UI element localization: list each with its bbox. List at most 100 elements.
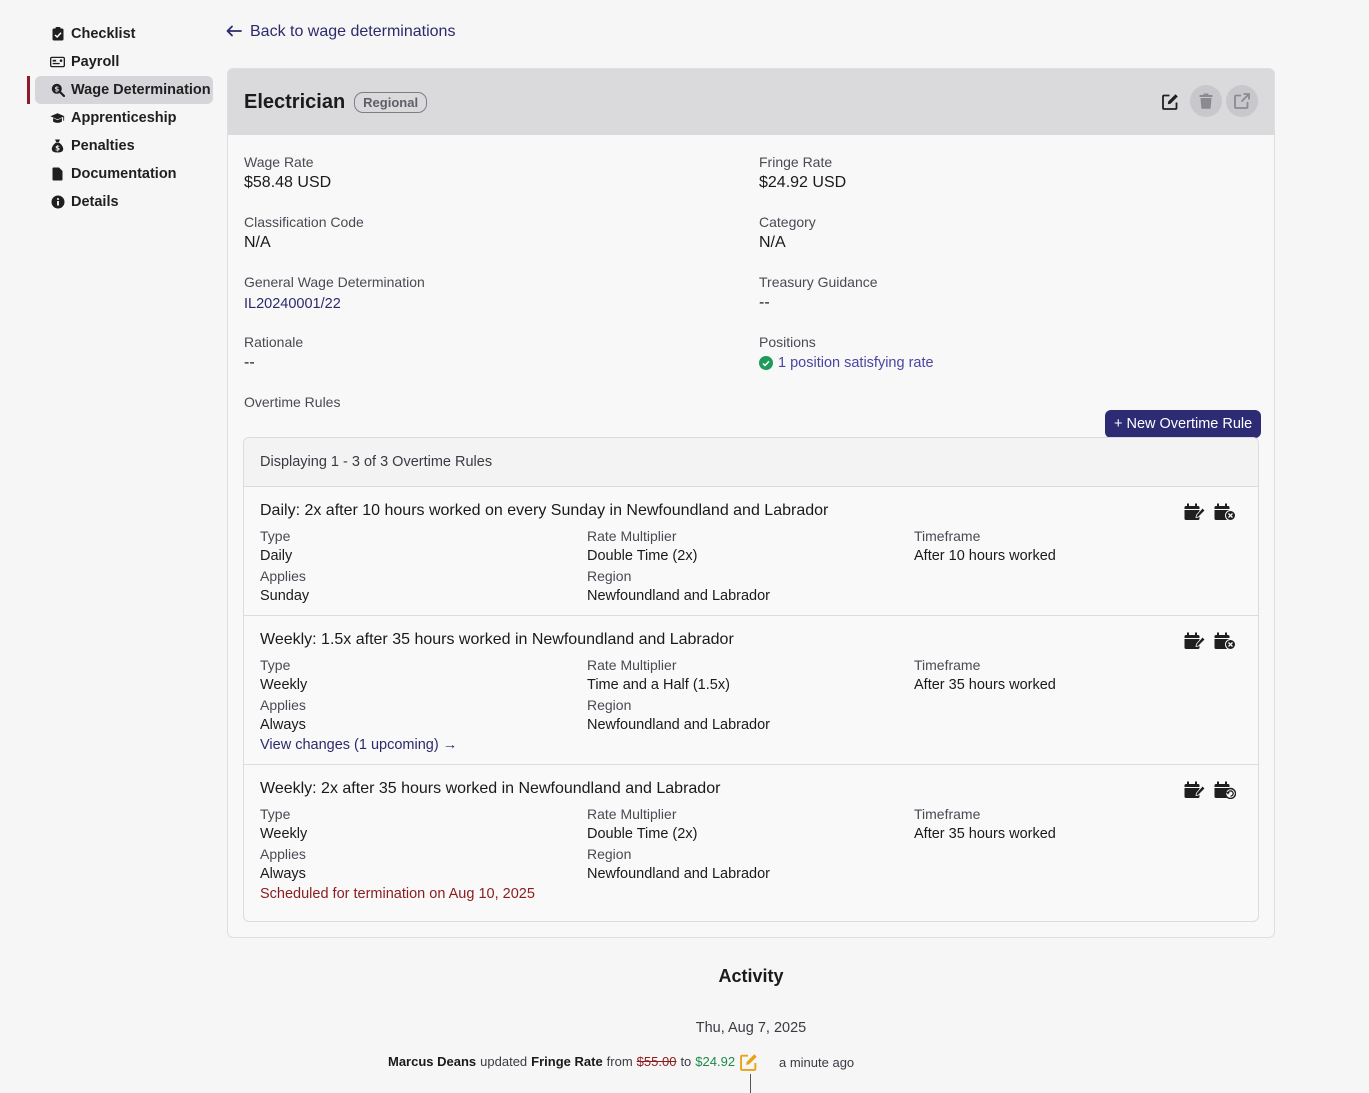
rule-actions (1184, 632, 1236, 655)
money-check-icon (50, 55, 65, 70)
sidebar-item-label: Documentation (71, 166, 177, 182)
rule-title: Weekly: 1.5x after 35 hours worked in Ne… (260, 631, 734, 648)
restore-rule-button[interactable] (1214, 781, 1237, 804)
back-link-label: Back to wage determinations (250, 23, 456, 40)
positions-link[interactable]: 1 position satisfying rate (759, 355, 934, 371)
trash-icon (1199, 93, 1213, 109)
activity-action: updated (480, 1054, 528, 1069)
type-value: Weekly (260, 826, 308, 842)
overtime-rules-list: Displaying 1 - 3 of 3 Overtime Rules Dai… (243, 437, 1259, 922)
applies-label: Applies (260, 568, 306, 584)
positions-field: Positions 1 position satisfying rate (759, 334, 934, 371)
timeframe-label: Timeframe (914, 528, 981, 544)
edit-button[interactable] (1154, 85, 1186, 117)
classification-code-field: Classification Code N/A (244, 214, 364, 252)
calendar-xmark-icon (1214, 632, 1236, 650)
rule-details: Type Rate Multiplier Timeframe Weekly Do… (260, 806, 1242, 886)
field-value: -- (759, 294, 770, 311)
field-value: N/A (759, 234, 786, 251)
type-label: Type (260, 806, 291, 822)
rate-multiplier-value: Double Time (2x) (587, 826, 698, 842)
sidebar-item-payroll[interactable]: Payroll (35, 48, 213, 76)
rationale-field: Rationale -- (244, 334, 303, 372)
sidebar-item-label: Apprenticeship (71, 110, 177, 126)
field-label: Category (759, 214, 816, 230)
region-label: Region (587, 846, 632, 862)
external-link-icon (1234, 93, 1250, 109)
wage-rate-field: Wage Rate $58.48 USD (244, 154, 331, 192)
activity-to-word: to (680, 1054, 692, 1069)
svg-text:$: $ (55, 145, 60, 153)
category-field: Category N/A (759, 214, 816, 252)
wage-determination-card: Electrician Regional Wage Rate $58.48 US… (227, 68, 1275, 938)
edit-rule-button[interactable] (1184, 632, 1206, 655)
back-to-wage-determinations-link[interactable]: Back to wage determinations (226, 22, 455, 42)
list-item: Weekly: 1.5x after 35 hours worked in Ne… (244, 616, 1258, 765)
rule-details: Type Rate Multiplier Timeframe Weekly Ti… (260, 657, 1242, 737)
overtime-rules-heading: Overtime Rules (244, 394, 341, 410)
calendar-edit-icon (1184, 632, 1206, 649)
calendar-edit-icon (1184, 503, 1206, 520)
activity-field: Fringe Rate (531, 1054, 603, 1069)
rule-title: Weekly: 2x after 35 hours worked in Newf… (260, 780, 721, 797)
field-value: N/A (244, 234, 271, 251)
field-label: Rationale (244, 334, 304, 350)
file-icon (50, 167, 65, 182)
info-circle-icon (50, 195, 65, 210)
positions-link-label: 1 position satisfying rate (778, 355, 934, 371)
sidebar-item-apprenticeship[interactable]: Apprenticeship (35, 104, 213, 132)
end-rule-button[interactable] (1214, 632, 1236, 655)
sidebar: Checklist Payroll $ Wage Determination A… (27, 20, 213, 216)
type-label: Type (260, 528, 291, 544)
general-wage-determination-link[interactable]: IL20240001/22 (244, 296, 425, 312)
timeframe-label: Timeframe (914, 657, 981, 673)
clipboard-check-icon (50, 27, 65, 42)
rule-actions (1184, 503, 1236, 526)
search-dollar-icon: $ (50, 83, 65, 98)
sidebar-item-details[interactable]: Details (35, 188, 213, 216)
termination-notice: Scheduled for termination on Aug 10, 202… (260, 886, 535, 902)
sidebar-item-label: Payroll (71, 54, 120, 70)
region-badge: Regional (354, 91, 428, 113)
sidebar-item-wage-determination[interactable]: $ Wage Determination (27, 76, 213, 104)
general-wage-determination-field: General Wage Determination IL20240001/22 (244, 274, 425, 312)
applies-label: Applies (260, 697, 306, 713)
activity-heading: Activity (718, 966, 784, 986)
new-overtime-rule-button[interactable]: + New Overtime Rule (1105, 410, 1262, 438)
open-external-button[interactable] (1226, 85, 1258, 117)
money-bag-icon: $ (50, 139, 65, 154)
edit-rule-button[interactable] (1184, 781, 1206, 804)
page-title: Electrician (244, 90, 346, 113)
header-actions (1154, 85, 1258, 117)
graduation-cap-icon (50, 111, 65, 126)
sidebar-item-penalties[interactable]: $ Penalties (35, 132, 213, 160)
rate-multiplier-label: Rate Multiplier (587, 657, 677, 673)
field-label: General Wage Determination (244, 274, 425, 290)
edit-rule-button[interactable] (1184, 503, 1206, 526)
field-label: Fringe Rate (759, 154, 833, 170)
sidebar-item-label: Wage Determination (71, 82, 211, 98)
end-rule-button[interactable] (1214, 503, 1236, 526)
activity-date: Thu, Aug 7, 2025 (695, 1020, 807, 1036)
sidebar-item-documentation[interactable]: Documentation (35, 160, 213, 188)
applies-value: Sunday (260, 588, 310, 604)
svg-text:$: $ (54, 85, 59, 93)
calendar-xmark-icon (1214, 503, 1236, 521)
edit-icon (740, 1053, 758, 1076)
delete-button[interactable] (1190, 85, 1222, 117)
applies-value: Always (260, 717, 306, 733)
timeframe-value: After 10 hours worked (914, 548, 1056, 564)
field-label: Positions (759, 334, 816, 350)
rule-details: Type Rate Multiplier Timeframe Daily Dou… (260, 528, 1242, 608)
field-label: Classification Code (244, 214, 364, 230)
view-changes-link[interactable]: View changes (1 upcoming) → (260, 737, 1242, 753)
activity-old-value: $55.00 (636, 1054, 677, 1069)
sidebar-item-checklist[interactable]: Checklist (35, 20, 213, 48)
rate-multiplier-label: Rate Multiplier (587, 528, 677, 544)
activity-user: Marcus Deans (388, 1054, 477, 1069)
rate-multiplier-label: Rate Multiplier (587, 806, 677, 822)
region-label: Region (587, 568, 632, 584)
region-value: Newfoundland and Labrador (587, 866, 770, 882)
field-label: Wage Rate (244, 154, 314, 170)
activity-time: a minute ago (779, 1055, 855, 1070)
